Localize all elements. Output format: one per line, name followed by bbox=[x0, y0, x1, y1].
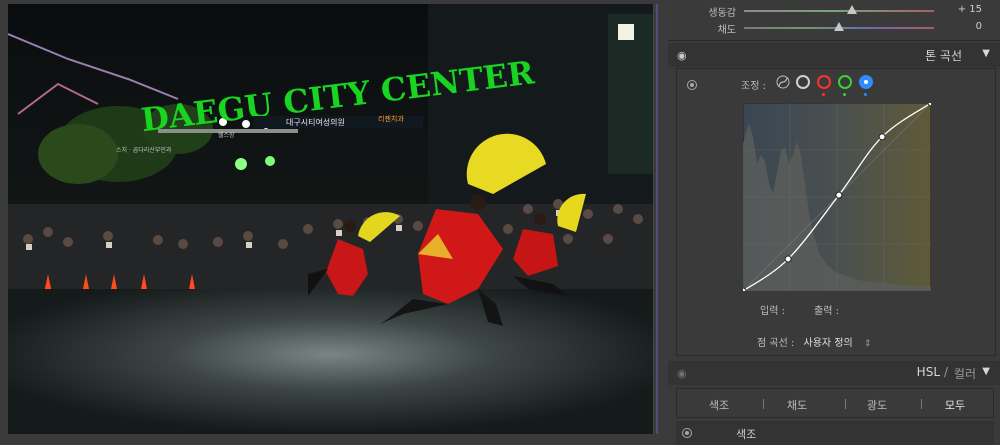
photo-canvas[interactable]: DAEGU CITY CENTER 대구시티여성의원 리젠치과 헬스장 스치 ·… bbox=[8, 4, 654, 434]
hsl-title[interactable]: HSL bbox=[917, 365, 940, 379]
curve-control-point[interactable] bbox=[878, 133, 886, 141]
hue-row-label: 색조 bbox=[736, 428, 757, 441]
point-curve-select[interactable]: 점 곡선 : 사용자 정의 ⇕ bbox=[757, 334, 871, 349]
green-channel-dot bbox=[843, 93, 846, 96]
tone-curve-graph[interactable] bbox=[743, 103, 931, 291]
saturation-value[interactable]: 0 bbox=[976, 21, 982, 32]
blue-channel-icon[interactable] bbox=[859, 75, 873, 89]
hsl-header[interactable]: ◉ HSL / 컬러 ▼ bbox=[668, 361, 1000, 385]
sub-banner-text-2: 리젠치과 bbox=[378, 114, 404, 123]
input-label: 입력 : bbox=[760, 306, 785, 317]
tab-luminance[interactable]: 광도 bbox=[847, 397, 907, 413]
curve-control-point[interactable] bbox=[835, 191, 843, 199]
hsl-tab-bar: 색조 채도 광도 모두 bbox=[676, 388, 994, 418]
red-channel-icon[interactable] bbox=[817, 75, 831, 89]
left-sign-text: 헬스장 bbox=[218, 131, 235, 139]
sub-banner-text: 대구시티여성의원 bbox=[286, 117, 345, 127]
target-adjust-icon[interactable] bbox=[682, 428, 692, 438]
hue-row: 색조 bbox=[676, 421, 994, 445]
tone-curve-header[interactable]: ◉ 톤 곡선 ▼ bbox=[668, 43, 1000, 67]
collapse-arrow-icon[interactable]: ▼ bbox=[982, 48, 990, 59]
tone-curve-panel: 조정 : 입력: 출력: 점 곡선: 사용자 정의 ⇕ bbox=[676, 68, 996, 356]
green-channel-icon[interactable] bbox=[838, 75, 852, 89]
updown-arrow-icon[interactable]: ⇕ bbox=[864, 339, 872, 349]
curve-control-point[interactable] bbox=[784, 255, 792, 263]
saturation-slider-thumb[interactable] bbox=[834, 22, 844, 31]
output-label: 출력 : bbox=[814, 306, 839, 317]
tab-all[interactable]: 모두 bbox=[925, 397, 985, 413]
point-curve-label: 점 곡선 : bbox=[757, 338, 795, 349]
collapse-arrow-icon[interactable]: ▼ bbox=[982, 366, 990, 377]
tone-curve-title: 톤 곡선 bbox=[925, 49, 962, 63]
eye-icon[interactable]: ◉ bbox=[677, 49, 687, 62]
rgb-channel-icon[interactable] bbox=[796, 75, 810, 89]
develop-panel: 생동감 + 15 채도 0 ◉ 톤 곡선 ▼ 조정 : 입력: 출력: 점 … bbox=[668, 0, 1000, 445]
saturation-label: 채도 bbox=[717, 25, 736, 36]
vibrance-slider-row: 생동감 + 15 bbox=[668, 3, 1000, 19]
target-adjust-icon[interactable] bbox=[687, 80, 697, 90]
vibrance-slider-thumb[interactable] bbox=[847, 5, 857, 14]
hsl-title-separator: / bbox=[943, 365, 948, 379]
photo-viewport: DAEGU CITY CENTER 대구시티여성의원 리젠치과 헬스장 스치 ·… bbox=[0, 0, 668, 445]
point-curve-value[interactable]: 사용자 정의 bbox=[804, 338, 853, 349]
vibrance-label: 생동감 bbox=[708, 8, 736, 19]
red-channel-dot bbox=[822, 93, 825, 96]
photo-scrollbar[interactable] bbox=[656, 4, 658, 434]
adjust-label: 조정 : bbox=[741, 81, 766, 92]
color-title[interactable]: 컬러 bbox=[954, 365, 976, 382]
tab-saturation[interactable]: 채도 bbox=[767, 397, 827, 413]
blue-channel-dot bbox=[864, 93, 867, 96]
saturation-slider-row: 채도 0 bbox=[668, 20, 1000, 36]
vibrance-track[interactable] bbox=[744, 10, 934, 12]
parametric-curve-icon[interactable] bbox=[776, 75, 790, 89]
tab-hue[interactable]: 색조 bbox=[689, 397, 749, 413]
photo-image: DAEGU CITY CENTER 대구시티여성의원 리젠치과 헬스장 스치 ·… bbox=[8, 4, 653, 434]
vibrance-value[interactable]: + 15 bbox=[958, 4, 982, 15]
left-sign-text-2: 스치 · 곱다리산부인과 bbox=[116, 146, 172, 154]
eye-icon[interactable]: ◉ bbox=[677, 367, 687, 380]
